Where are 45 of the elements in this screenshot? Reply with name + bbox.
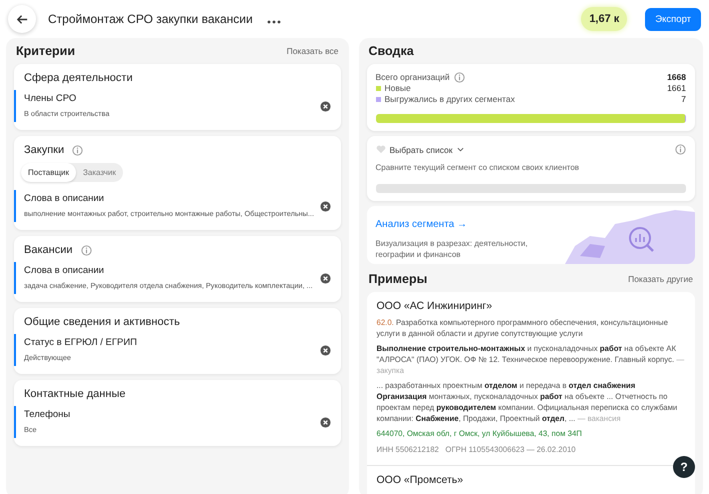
select-list-dropdown[interactable]: Выбрать список xyxy=(376,144,464,154)
legend-count: 7 xyxy=(681,94,686,105)
card-title: Закупки xyxy=(24,144,64,156)
examples-heading: Примеры xyxy=(368,272,428,286)
legend-count: 1661 xyxy=(667,83,686,94)
clear-icon[interactable] xyxy=(320,416,330,428)
filter-name: Члены СРО xyxy=(24,93,78,104)
segment-title: Строймонтаж СРО закупки вакансии xyxy=(48,12,253,26)
total-label: Всего организаций xyxy=(376,72,450,83)
clear-icon[interactable] xyxy=(320,344,330,356)
total-count: 1668 xyxy=(667,72,686,83)
compare-hint: Сравните текущий сегмент со списком своих клиентов xyxy=(376,163,580,172)
criteria-heading: Критерии xyxy=(16,44,76,58)
analysis-description: Визуализация в разрезах: деятельности, географии и финансов xyxy=(376,238,529,260)
clear-icon[interactable] xyxy=(320,272,330,284)
organization-count-badge: 1,67 к xyxy=(581,7,628,31)
export-button[interactable]: Экспорт xyxy=(645,8,701,30)
filter-name: Статус в ЕГРЮЛ / ЕГРИП xyxy=(24,337,138,348)
show-all-link[interactable]: Показать все xyxy=(286,46,338,56)
card-title: Сфера деятельности xyxy=(24,72,133,84)
role-option[interactable]: Поставщик xyxy=(21,163,76,182)
info-icon[interactable] xyxy=(454,72,465,83)
info-icon[interactable] xyxy=(72,144,84,156)
card-title: Вакансии xyxy=(24,244,72,256)
chevron-down-icon xyxy=(456,147,464,152)
legend-label: Выгружались в других сегментах xyxy=(384,94,515,105)
segment-analysis-link[interactable]: Анализ сегмента → xyxy=(376,219,468,230)
company-name[interactable]: ООО «АС Инжиниринг» xyxy=(376,300,685,312)
summary-heading: Сводка xyxy=(368,44,414,58)
back-arrow-icon xyxy=(16,12,28,26)
filter-name: Слова в описании xyxy=(24,193,105,204)
more-icon xyxy=(266,20,281,24)
role-option[interactable]: Заказчик xyxy=(76,163,123,182)
filter-name: Телефоны xyxy=(24,409,72,420)
clear-icon[interactable] xyxy=(320,200,330,212)
legend-label: Новые xyxy=(384,83,411,94)
back-button[interactable] xyxy=(8,5,36,33)
info-icon[interactable] xyxy=(80,244,92,256)
heart-icon xyxy=(376,145,386,154)
card-title: Контактные данные xyxy=(24,388,126,400)
card-title: Общие сведения и активность xyxy=(24,316,180,328)
clear-icon[interactable] xyxy=(320,100,330,112)
info-icon[interactable] xyxy=(675,144,686,155)
show-more-link[interactable]: Показать другие xyxy=(628,274,693,284)
filter-name: Слова в описании xyxy=(24,265,105,276)
